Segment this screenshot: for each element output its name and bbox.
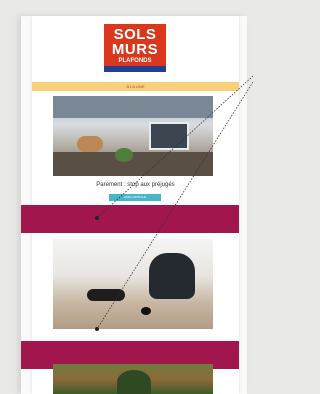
- photo-worker: [149, 253, 195, 299]
- photo-plant: [115, 148, 133, 162]
- logo-strip: [104, 66, 166, 72]
- photo-dog: [77, 136, 103, 152]
- photo-bowl: [117, 370, 151, 394]
- logo-line-sols: SOLS: [113, 26, 157, 43]
- newsletter-card: SOLS MURS PLAFONDS À LA UNE Parement : s…: [21, 16, 247, 394]
- article-photo-flooring[interactable]: [53, 239, 213, 329]
- photo-window: [149, 122, 189, 150]
- photo-deck: [53, 152, 213, 176]
- highlight-bar-1: [21, 205, 239, 233]
- article-photo-planter[interactable]: [53, 364, 213, 394]
- logo-line-murs: MURS: [111, 41, 159, 58]
- photo-roof: [53, 96, 213, 118]
- logo-line-plafonds: PLAFONDS: [118, 58, 152, 64]
- newsletter-preview: SOLS MURS PLAFONDS À LA UNE Parement : s…: [21, 16, 239, 394]
- photo-tape: [141, 307, 151, 315]
- brand-logo: SOLS MURS PLAFONDS: [104, 24, 166, 72]
- article-photo-house[interactable]: [53, 96, 213, 176]
- read-article-button[interactable]: LIRE L'ARTICLE: [109, 194, 161, 201]
- section-banner: À LA UNE: [32, 82, 239, 91]
- article-caption[interactable]: Parement : stop aux préjugés: [32, 182, 239, 188]
- photo-roll: [87, 289, 125, 301]
